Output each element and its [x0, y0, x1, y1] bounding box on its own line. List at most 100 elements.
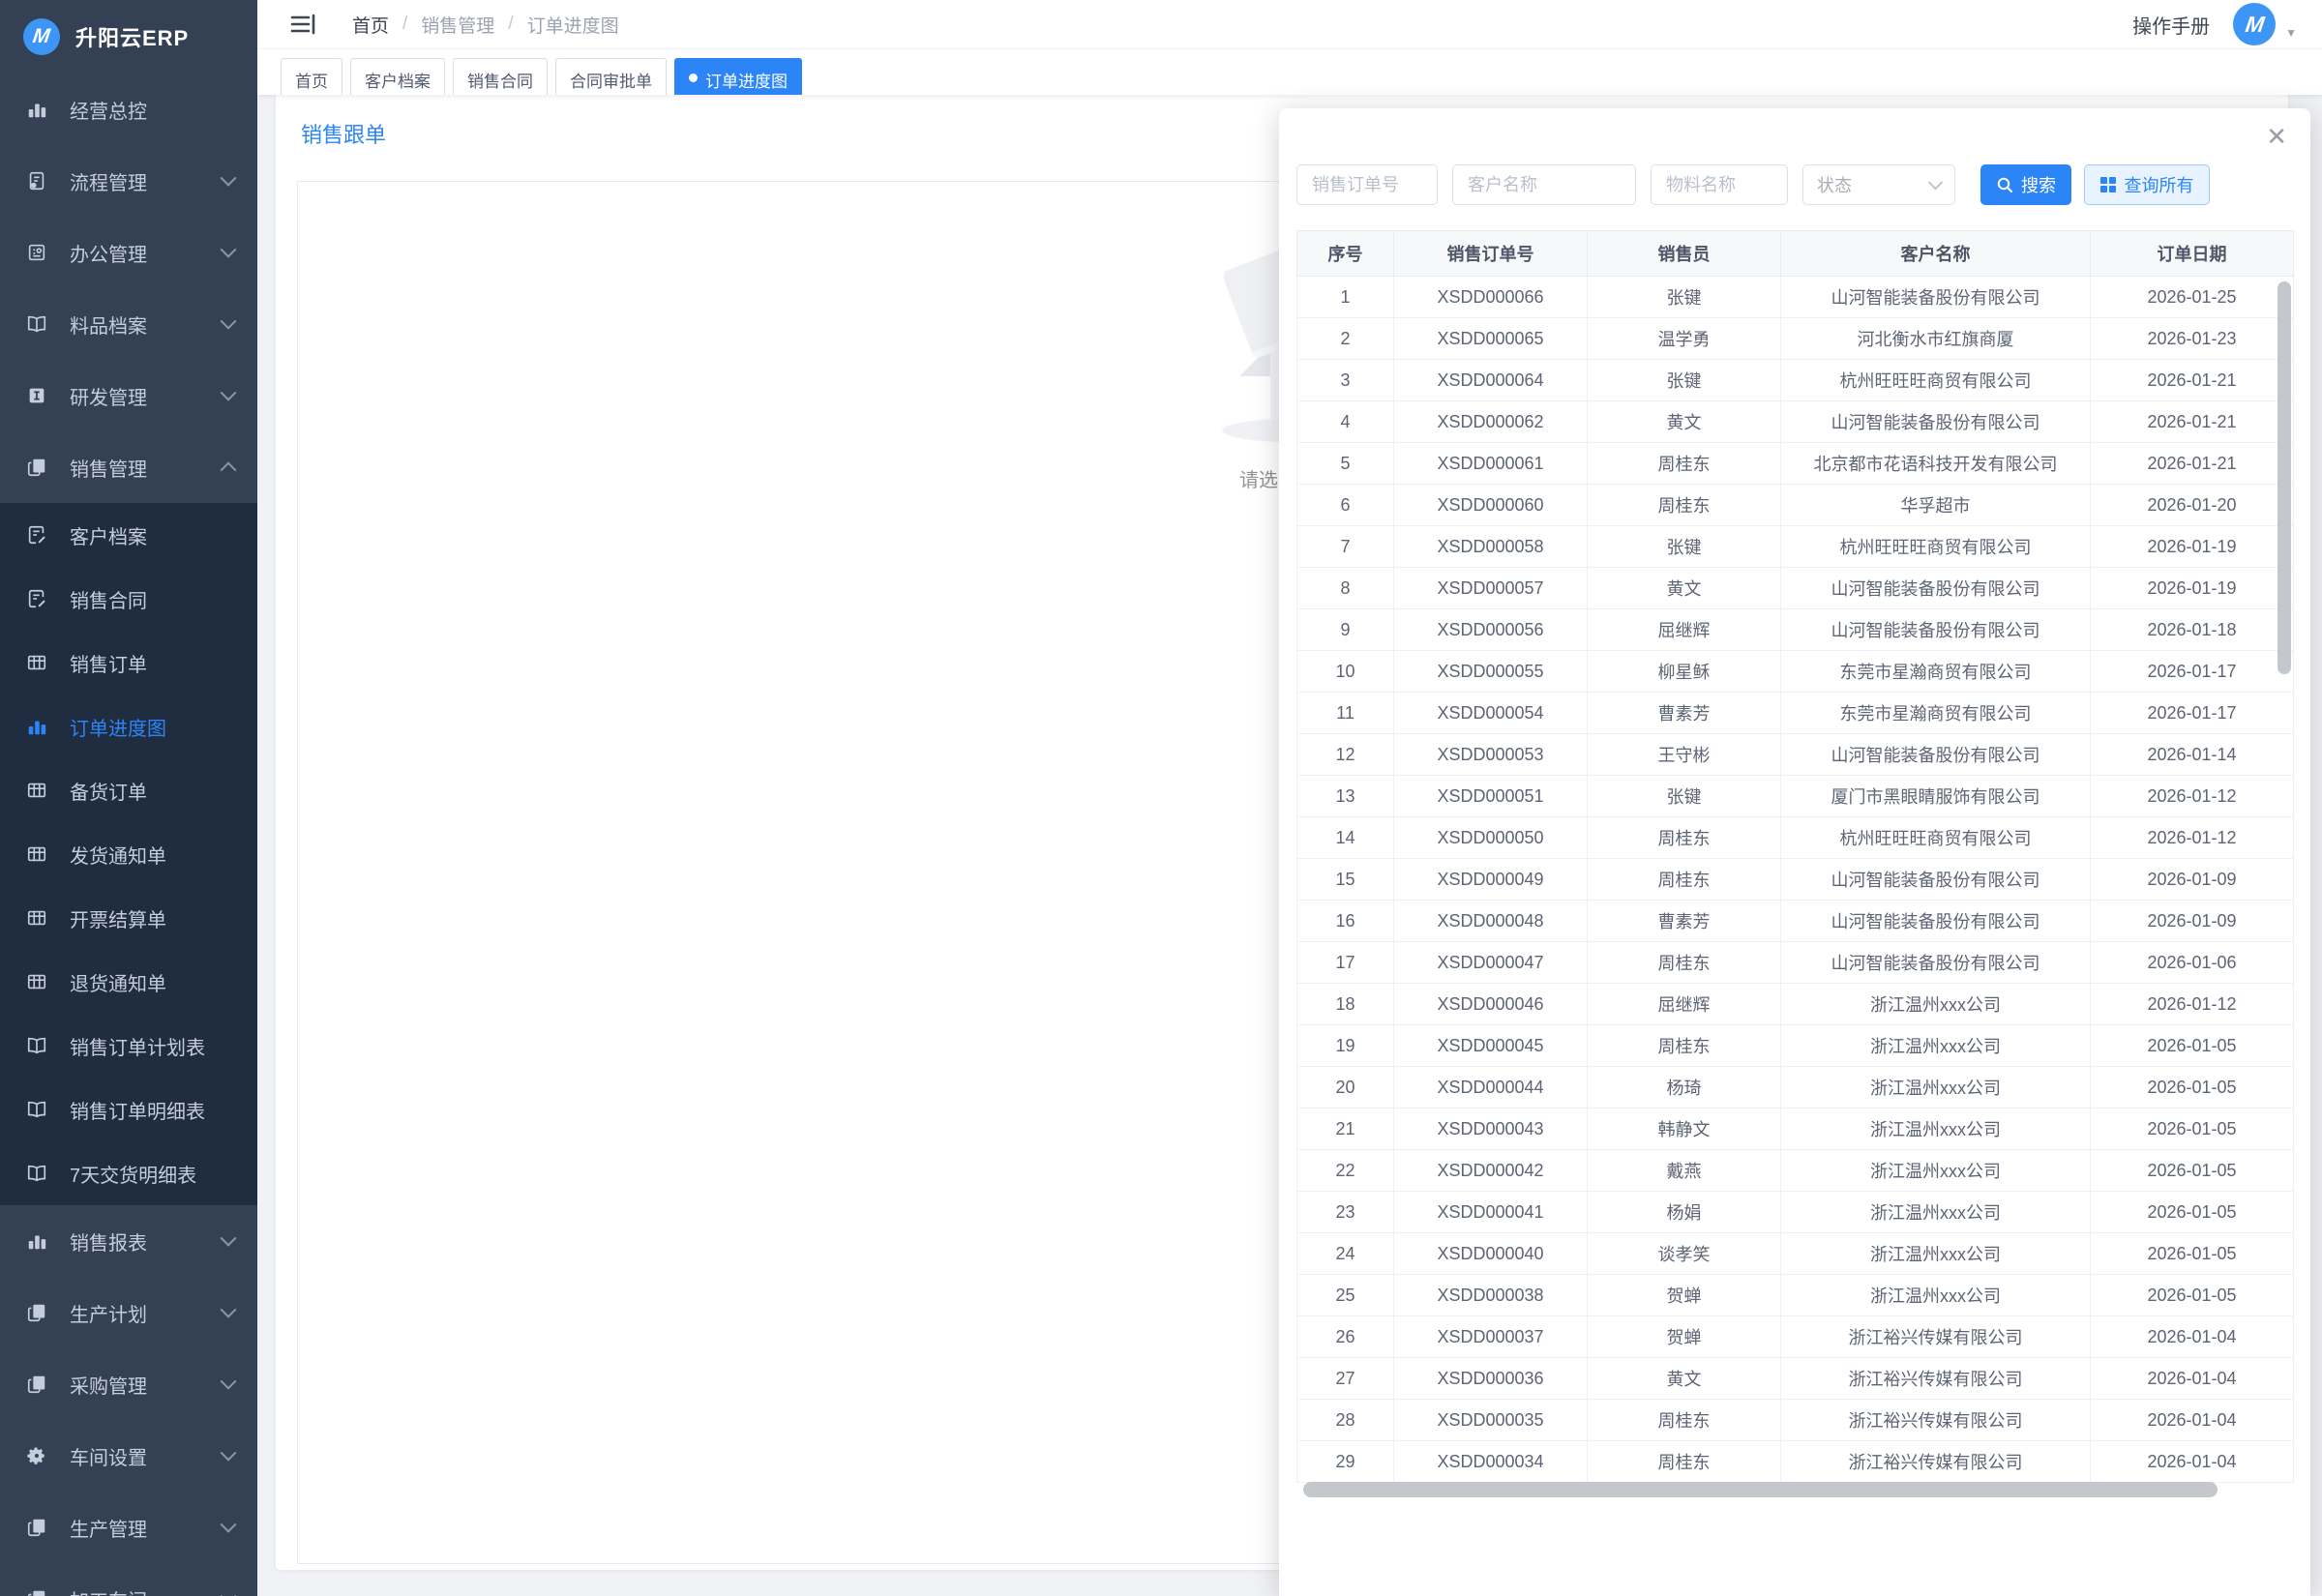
sidebar-item-退货通知单[interactable]: 退货通知单: [0, 950, 257, 1014]
table-row[interactable]: 26XSDD000037贺蝉浙江裕兴传媒有限公司2026-01-04: [1297, 1316, 2294, 1358]
avatar[interactable]: M: [2233, 3, 2276, 45]
table-row[interactable]: 1XSDD000066张键山河智能装备股份有限公司2026-01-25: [1297, 277, 2294, 318]
horizontal-scrollbar[interactable]: [1303, 1482, 2218, 1497]
table-cell: 6: [1297, 485, 1394, 526]
sidebar-item-生产计划[interactable]: 生产计划: [0, 1277, 257, 1348]
table-cell: 周桂东: [1588, 859, 1781, 901]
sidebar-item-办公管理[interactable]: 办公管理: [0, 217, 257, 288]
table-row[interactable]: 17XSDD000047周桂东山河智能装备股份有限公司2026-01-06: [1297, 942, 2294, 984]
customer-name-input[interactable]: [1452, 164, 1636, 205]
sidebar-item-销售报表[interactable]: 销售报表: [0, 1205, 257, 1277]
chevron-down-icon: [221, 242, 237, 258]
table-row[interactable]: 12XSDD000053王守彬山河智能装备股份有限公司2026-01-14: [1297, 734, 2294, 776]
column-header-序号: 序号: [1297, 231, 1394, 277]
sidebar-item-销售合同[interactable]: 销售合同: [0, 567, 257, 631]
sidebar-item-7天交货明细表[interactable]: 7天交货明细表: [0, 1141, 257, 1205]
table-row[interactable]: 7XSDD000058张键杭州旺旺旺商贸有限公司2026-01-19: [1297, 526, 2294, 568]
table-cell: XSDD000034: [1394, 1441, 1588, 1483]
sidebar-item-销售订单计划表[interactable]: 销售订单计划表: [0, 1014, 257, 1078]
chevron-down-icon[interactable]: ▼: [2285, 26, 2297, 40]
breadcrumb-item-订单进度图[interactable]: 订单进度图: [527, 12, 619, 38]
table-row[interactable]: 14XSDD000050周桂东杭州旺旺旺商贸有限公司2026-01-12: [1297, 817, 2294, 859]
close-icon[interactable]: ✕: [2266, 124, 2287, 149]
sidebar-item-订单进度图[interactable]: 订单进度图: [0, 695, 257, 758]
sidebar-item-加工车间[interactable]: 加工车间: [0, 1563, 257, 1596]
table-cell: XSDD000044: [1394, 1067, 1588, 1108]
menu-fold-icon[interactable]: [288, 10, 317, 39]
table-row[interactable]: 10XSDD000055柳星稣东莞市星瀚商贸有限公司2026-01-17: [1297, 651, 2294, 693]
sidebar-item-销售订单[interactable]: 销售订单: [0, 631, 257, 695]
id-card-icon: [25, 241, 48, 264]
query-all-button[interactable]: 查询所有: [2084, 164, 2210, 205]
table-row[interactable]: 21XSDD000043韩静文浙江温州xxx公司2026-01-05: [1297, 1108, 2294, 1150]
table-row[interactable]: 29XSDD000034周桂东浙江裕兴传媒有限公司2026-01-04: [1297, 1441, 2294, 1483]
table-cell: 浙江温州xxx公司: [1781, 1275, 2091, 1316]
page-tab-首页[interactable]: 首页: [281, 58, 342, 95]
table-cell: 曹素芳: [1588, 693, 1781, 734]
avatar-monogram: M: [2244, 12, 2266, 38]
sidebar-item-经营总控[interactable]: 经营总控: [0, 74, 257, 145]
table-row[interactable]: 9XSDD000056屈继辉山河智能装备股份有限公司2026-01-18: [1297, 609, 2294, 651]
vertical-scrollbar[interactable]: [2277, 281, 2291, 674]
table-row[interactable]: 8XSDD000057黄文山河智能装备股份有限公司2026-01-19: [1297, 568, 2294, 609]
table-row[interactable]: 19XSDD000045周桂东浙江温州xxx公司2026-01-05: [1297, 1025, 2294, 1067]
material-name-input[interactable]: [1651, 164, 1788, 205]
sidebar-item-销售管理[interactable]: 销售管理: [0, 431, 257, 503]
table-row[interactable]: 27XSDD000036黄文浙江裕兴传媒有限公司2026-01-04: [1297, 1358, 2294, 1400]
status-select[interactable]: 状态: [1802, 164, 1955, 205]
breadcrumb-separator: /: [508, 14, 513, 35]
table-row[interactable]: 28XSDD000035周桂东浙江裕兴传媒有限公司2026-01-04: [1297, 1400, 2294, 1441]
logo-icon: M: [23, 18, 60, 55]
table-row[interactable]: 25XSDD000038贺蝉浙江温州xxx公司2026-01-05: [1297, 1275, 2294, 1316]
table-cell: 12: [1297, 734, 1394, 776]
page-tab-客户档案[interactable]: 客户档案: [350, 58, 445, 95]
table-row[interactable]: 22XSDD000042戴燕浙江温州xxx公司2026-01-05: [1297, 1150, 2294, 1192]
table-cell: 27: [1297, 1358, 1394, 1400]
sidebar-item-label: 经营总控: [70, 96, 147, 124]
table-cell: 黄文: [1588, 401, 1781, 443]
table-row[interactable]: 11XSDD000054曹素芳东莞市星瀚商贸有限公司2026-01-17: [1297, 693, 2294, 734]
sidebar-item-开票结算单[interactable]: 开票结算单: [0, 886, 257, 950]
table-cell: XSDD000055: [1394, 651, 1588, 693]
sidebar-item-备货订单[interactable]: 备货订单: [0, 758, 257, 822]
sidebar-item-发货通知单[interactable]: 发货通知单: [0, 822, 257, 886]
breadcrumb-item-销售管理[interactable]: 销售管理: [421, 12, 494, 38]
table-row[interactable]: 23XSDD000041杨娟浙江温州xxx公司2026-01-05: [1297, 1192, 2294, 1233]
table-row[interactable]: 15XSDD000049周桂东山河智能装备股份有限公司2026-01-09: [1297, 859, 2294, 901]
sidebar-item-label: 研发管理: [70, 382, 147, 410]
sidebar-item-销售订单明细表[interactable]: 销售订单明细表: [0, 1078, 257, 1141]
table-cell: 13: [1297, 776, 1394, 817]
sidebar-item-生产管理[interactable]: 生产管理: [0, 1492, 257, 1563]
sidebar-item-label: 开票结算单: [70, 904, 166, 932]
table-cell: 杭州旺旺旺商贸有限公司: [1781, 526, 2091, 568]
table-row[interactable]: 18XSDD000046屈继辉浙江温州xxx公司2026-01-12: [1297, 984, 2294, 1025]
table-row[interactable]: 13XSDD000051张键厦门市黑眼睛服饰有限公司2026-01-12: [1297, 776, 2294, 817]
page-tab-销售合同[interactable]: 销售合同: [453, 58, 548, 95]
page-tab-合同审批单[interactable]: 合同审批单: [555, 58, 667, 95]
table-row[interactable]: 5XSDD000061周桂东北京都市花语科技开发有限公司2026-01-21: [1297, 443, 2294, 485]
table-cell: 2026-01-21: [2091, 443, 2294, 485]
table-row[interactable]: 2XSDD000065温学勇河北衡水市红旗商厦2026-01-23: [1297, 318, 2294, 360]
table-cell: 2026-01-12: [2091, 776, 2294, 817]
manual-link[interactable]: 操作手册: [2132, 11, 2210, 39]
sidebar-item-采购管理[interactable]: 采购管理: [0, 1348, 257, 1420]
table-row[interactable]: 6XSDD000060周桂东华孚超市2026-01-20: [1297, 485, 2294, 526]
table-row[interactable]: 4XSDD000062黄文山河智能装备股份有限公司2026-01-21: [1297, 401, 2294, 443]
table-cell: 2026-01-25: [2091, 277, 2294, 318]
table-row[interactable]: 3XSDD000064张键杭州旺旺旺商贸有限公司2026-01-21: [1297, 360, 2294, 401]
sidebar-item-客户档案[interactable]: 客户档案: [0, 503, 257, 567]
table-cell: 2026-01-12: [2091, 817, 2294, 859]
breadcrumb-item-首页[interactable]: 首页: [352, 12, 389, 38]
sidebar-item-料品档案[interactable]: 料品档案: [0, 288, 257, 360]
sidebar-item-流程管理[interactable]: 流程管理: [0, 145, 257, 217]
table-row[interactable]: 20XSDD000044杨琦浙江温州xxx公司2026-01-05: [1297, 1067, 2294, 1108]
sidebar-item-研发管理[interactable]: 研发管理: [0, 360, 257, 431]
table-row[interactable]: 24XSDD000040谈孝笑浙江温州xxx公司2026-01-05: [1297, 1233, 2294, 1275]
search-button[interactable]: 搜索: [1980, 164, 2071, 205]
order-no-input[interactable]: [1296, 164, 1438, 205]
page-tab-订单进度图[interactable]: 订单进度图: [674, 58, 802, 95]
app-logo[interactable]: M 升阳云ERP: [0, 0, 257, 74]
chevron-down-icon: [221, 1517, 237, 1533]
table-row[interactable]: 16XSDD000048曹素芳山河智能装备股份有限公司2026-01-09: [1297, 901, 2294, 942]
sidebar-item-车间设置[interactable]: 车间设置: [0, 1420, 257, 1492]
